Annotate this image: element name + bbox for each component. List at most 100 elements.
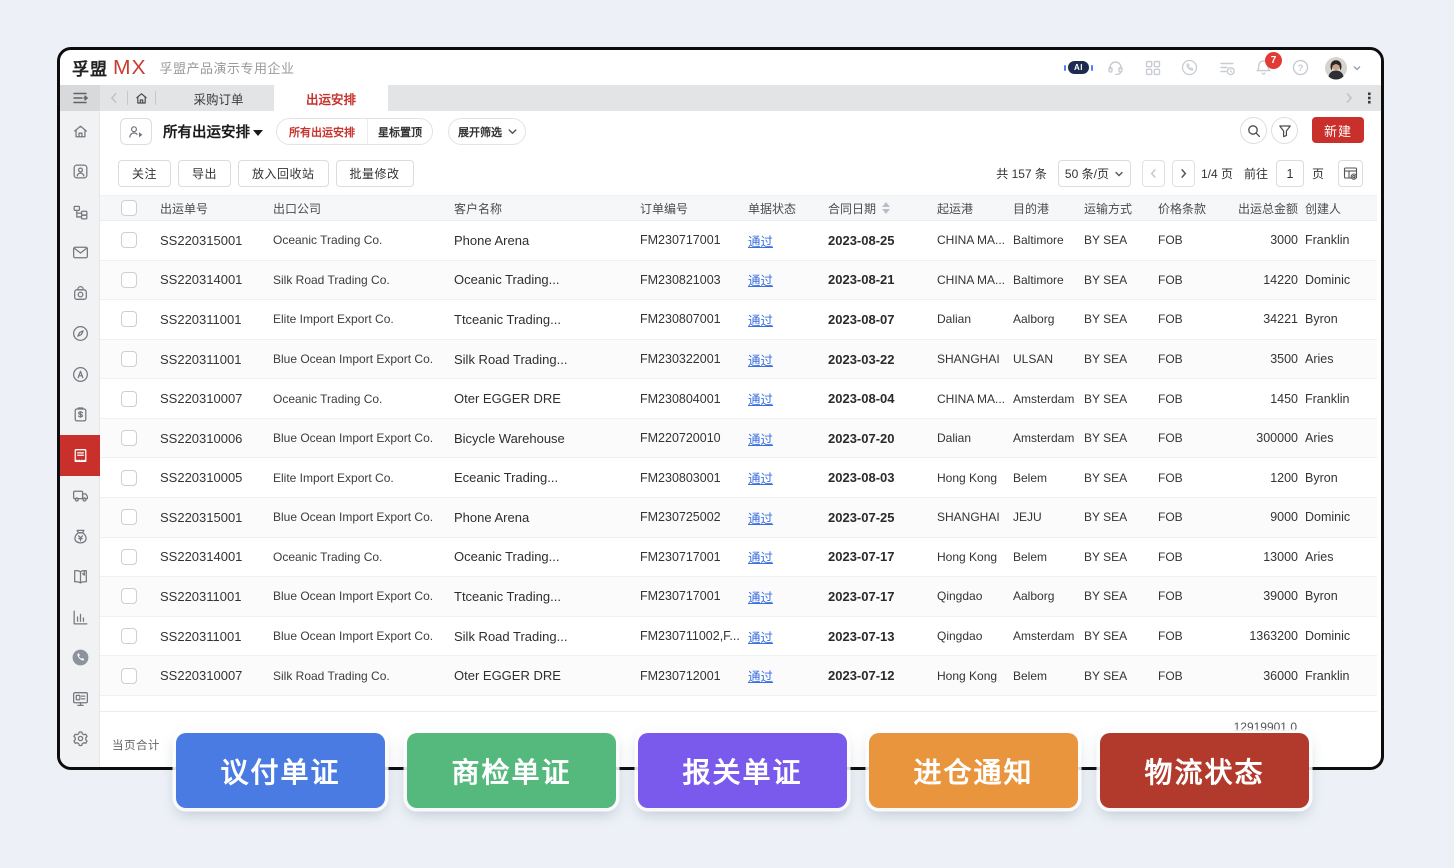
user-avatar[interactable] — [1319, 50, 1367, 85]
cell-checkbox[interactable] — [100, 351, 160, 367]
status-link[interactable]: 通过 — [748, 433, 773, 447]
table-row[interactable]: SS220311001Elite Import Export Co.Ttcean… — [100, 300, 1377, 340]
sidebar-item-ledger-book[interactable] — [60, 557, 100, 598]
next-page-button[interactable] — [1172, 160, 1195, 187]
segment-all-shipping[interactable]: 所有出运安排 — [277, 119, 367, 144]
row-checkbox[interactable] — [121, 430, 137, 446]
sidebar-item-monitor[interactable] — [60, 678, 100, 719]
sort-icon[interactable] — [882, 202, 890, 214]
cell-status[interactable]: 通过 — [748, 270, 828, 289]
sidebar-item-product-bag[interactable] — [60, 273, 100, 314]
help-icon[interactable]: ? — [1282, 50, 1319, 85]
row-checkbox[interactable] — [121, 232, 137, 248]
cell-checkbox[interactable] — [100, 628, 160, 644]
sidebar-item-compass[interactable] — [60, 314, 100, 355]
expand-filter-button[interactable]: 展开筛选 — [448, 118, 526, 145]
filter-funnel-icon[interactable] — [1271, 117, 1298, 144]
table-row[interactable]: SS220310007Oceanic Trading Co.Oter EGGER… — [100, 379, 1377, 419]
table-row[interactable]: SS220314001Oceanic Trading Co.Oceanic Tr… — [100, 538, 1377, 578]
cell-checkbox[interactable] — [100, 430, 160, 446]
status-link[interactable]: 通过 — [748, 591, 773, 605]
cell-checkbox[interactable] — [100, 588, 160, 604]
cell-status[interactable]: 通过 — [748, 429, 828, 448]
sidebar-item-bar-chart[interactable] — [60, 597, 100, 638]
new-button[interactable]: 新建 — [1312, 117, 1364, 143]
cell-checkbox[interactable] — [100, 509, 160, 525]
recycle-bin-button[interactable]: 放入回收站 — [238, 160, 329, 187]
status-link[interactable]: 通过 — [748, 670, 773, 684]
row-checkbox[interactable] — [121, 628, 137, 644]
flow-button-3[interactable]: 报关单证 — [638, 733, 847, 808]
goto-page-input[interactable] — [1276, 160, 1304, 187]
row-checkbox[interactable] — [121, 391, 137, 407]
row-checkbox[interactable] — [121, 668, 137, 684]
table-settings-icon[interactable] — [1338, 160, 1363, 187]
status-link[interactable]: 通过 — [748, 551, 773, 565]
cell-checkbox[interactable] — [100, 549, 160, 565]
status-link[interactable]: 通过 — [748, 393, 773, 407]
column-header-creator[interactable]: 创建人 — [1298, 200, 1377, 217]
column-header-amount[interactable]: 出运总金额 — [1232, 200, 1298, 217]
sidebar-item-gear[interactable] — [60, 719, 100, 760]
whatsapp-icon[interactable] — [1171, 50, 1208, 85]
sidebar-item-home[interactable] — [60, 111, 100, 152]
select-all-checkbox[interactable] — [100, 200, 160, 216]
table-row[interactable]: SS220311001Blue Ocean Import Export Co.T… — [100, 577, 1377, 617]
segment-starred[interactable]: 星标置顶 — [367, 119, 432, 144]
table-row[interactable]: SS220315001Blue Ocean Import Export Co.P… — [100, 498, 1377, 538]
cell-status[interactable]: 通过 — [748, 310, 828, 329]
status-link[interactable]: 通过 — [748, 274, 773, 288]
sidebar-item-finance-clipboard[interactable] — [60, 395, 100, 436]
sidebar-collapse-icon[interactable] — [60, 85, 100, 111]
tab-home-icon[interactable] — [128, 85, 155, 111]
table-row[interactable]: SS220310007Silk Road Trading Co.Oter EGG… — [100, 656, 1377, 696]
sidebar-item-truck[interactable] — [60, 476, 100, 517]
status-link[interactable]: 通过 — [748, 631, 773, 645]
cell-status[interactable]: 通过 — [748, 547, 828, 566]
row-checkbox[interactable] — [121, 588, 137, 604]
tab-shipping-arrangement[interactable]: 出运安排 — [274, 85, 388, 111]
cell-checkbox[interactable] — [100, 272, 160, 288]
prev-page-button[interactable] — [1142, 160, 1165, 187]
cell-status[interactable]: 通过 — [748, 666, 828, 685]
column-header-orderno[interactable]: 订单编号 — [640, 200, 748, 217]
cell-status[interactable]: 通过 — [748, 627, 828, 646]
column-header-status[interactable]: 单据状态 — [748, 200, 828, 217]
table-row[interactable]: SS220311001Blue Ocean Import Export Co.S… — [100, 340, 1377, 380]
sidebar-item-mail[interactable] — [60, 233, 100, 274]
follow-button[interactable]: 关注 — [118, 160, 171, 187]
sidebar-item-money-bag[interactable] — [60, 516, 100, 557]
table-row[interactable]: SS220315001Oceanic Trading Co.Phone Aren… — [100, 221, 1377, 261]
column-header-customer[interactable]: 客户名称 — [454, 200, 640, 217]
table-row[interactable]: SS220310005Elite Import Export Co.Eceani… — [100, 458, 1377, 498]
export-button[interactable]: 导出 — [178, 160, 231, 187]
apps-grid-icon[interactable] — [1134, 50, 1171, 85]
sidebar-item-org-tree[interactable] — [60, 192, 100, 233]
ai-assistant-icon[interactable]: AI — [1060, 50, 1097, 85]
cell-status[interactable]: 通过 — [748, 587, 828, 606]
cell-checkbox[interactable] — [100, 668, 160, 684]
status-link[interactable]: 通过 — [748, 512, 773, 526]
bulk-edit-button[interactable]: 批量修改 — [336, 160, 414, 187]
page-size-select[interactable]: 50 条/页 — [1058, 160, 1131, 187]
sidebar-item-contact-card[interactable] — [60, 152, 100, 193]
sidebar-item-shipping-doc[interactable] — [60, 435, 100, 476]
cell-status[interactable]: 通过 — [748, 468, 828, 487]
flow-button-4[interactable]: 进仓通知 — [869, 733, 1078, 808]
headset-icon[interactable] — [1097, 50, 1134, 85]
column-header-exporter[interactable]: 出口公司 — [273, 200, 454, 217]
table-row[interactable]: SS220314001Silk Road Trading Co.Oceanic … — [100, 261, 1377, 301]
cell-checkbox[interactable] — [100, 391, 160, 407]
row-checkbox[interactable] — [121, 272, 137, 288]
table-row[interactable]: SS220310006Blue Ocean Import Export Co.B… — [100, 419, 1377, 459]
tab-more-icon[interactable] — [1363, 91, 1375, 105]
tab-purchase-orders[interactable]: 采购订单 — [163, 85, 274, 111]
search-icon[interactable] — [1240, 117, 1267, 144]
column-header-terms[interactable]: 价格条款 — [1158, 200, 1232, 217]
row-checkbox[interactable] — [121, 311, 137, 327]
sidebar-item-whatsapp-filled[interactable] — [60, 638, 100, 679]
status-link[interactable]: 通过 — [748, 472, 773, 486]
flow-button-1[interactable]: 议付单证 — [176, 733, 385, 808]
cell-checkbox[interactable] — [100, 470, 160, 486]
sidebar-item-marketing-a[interactable] — [60, 354, 100, 395]
